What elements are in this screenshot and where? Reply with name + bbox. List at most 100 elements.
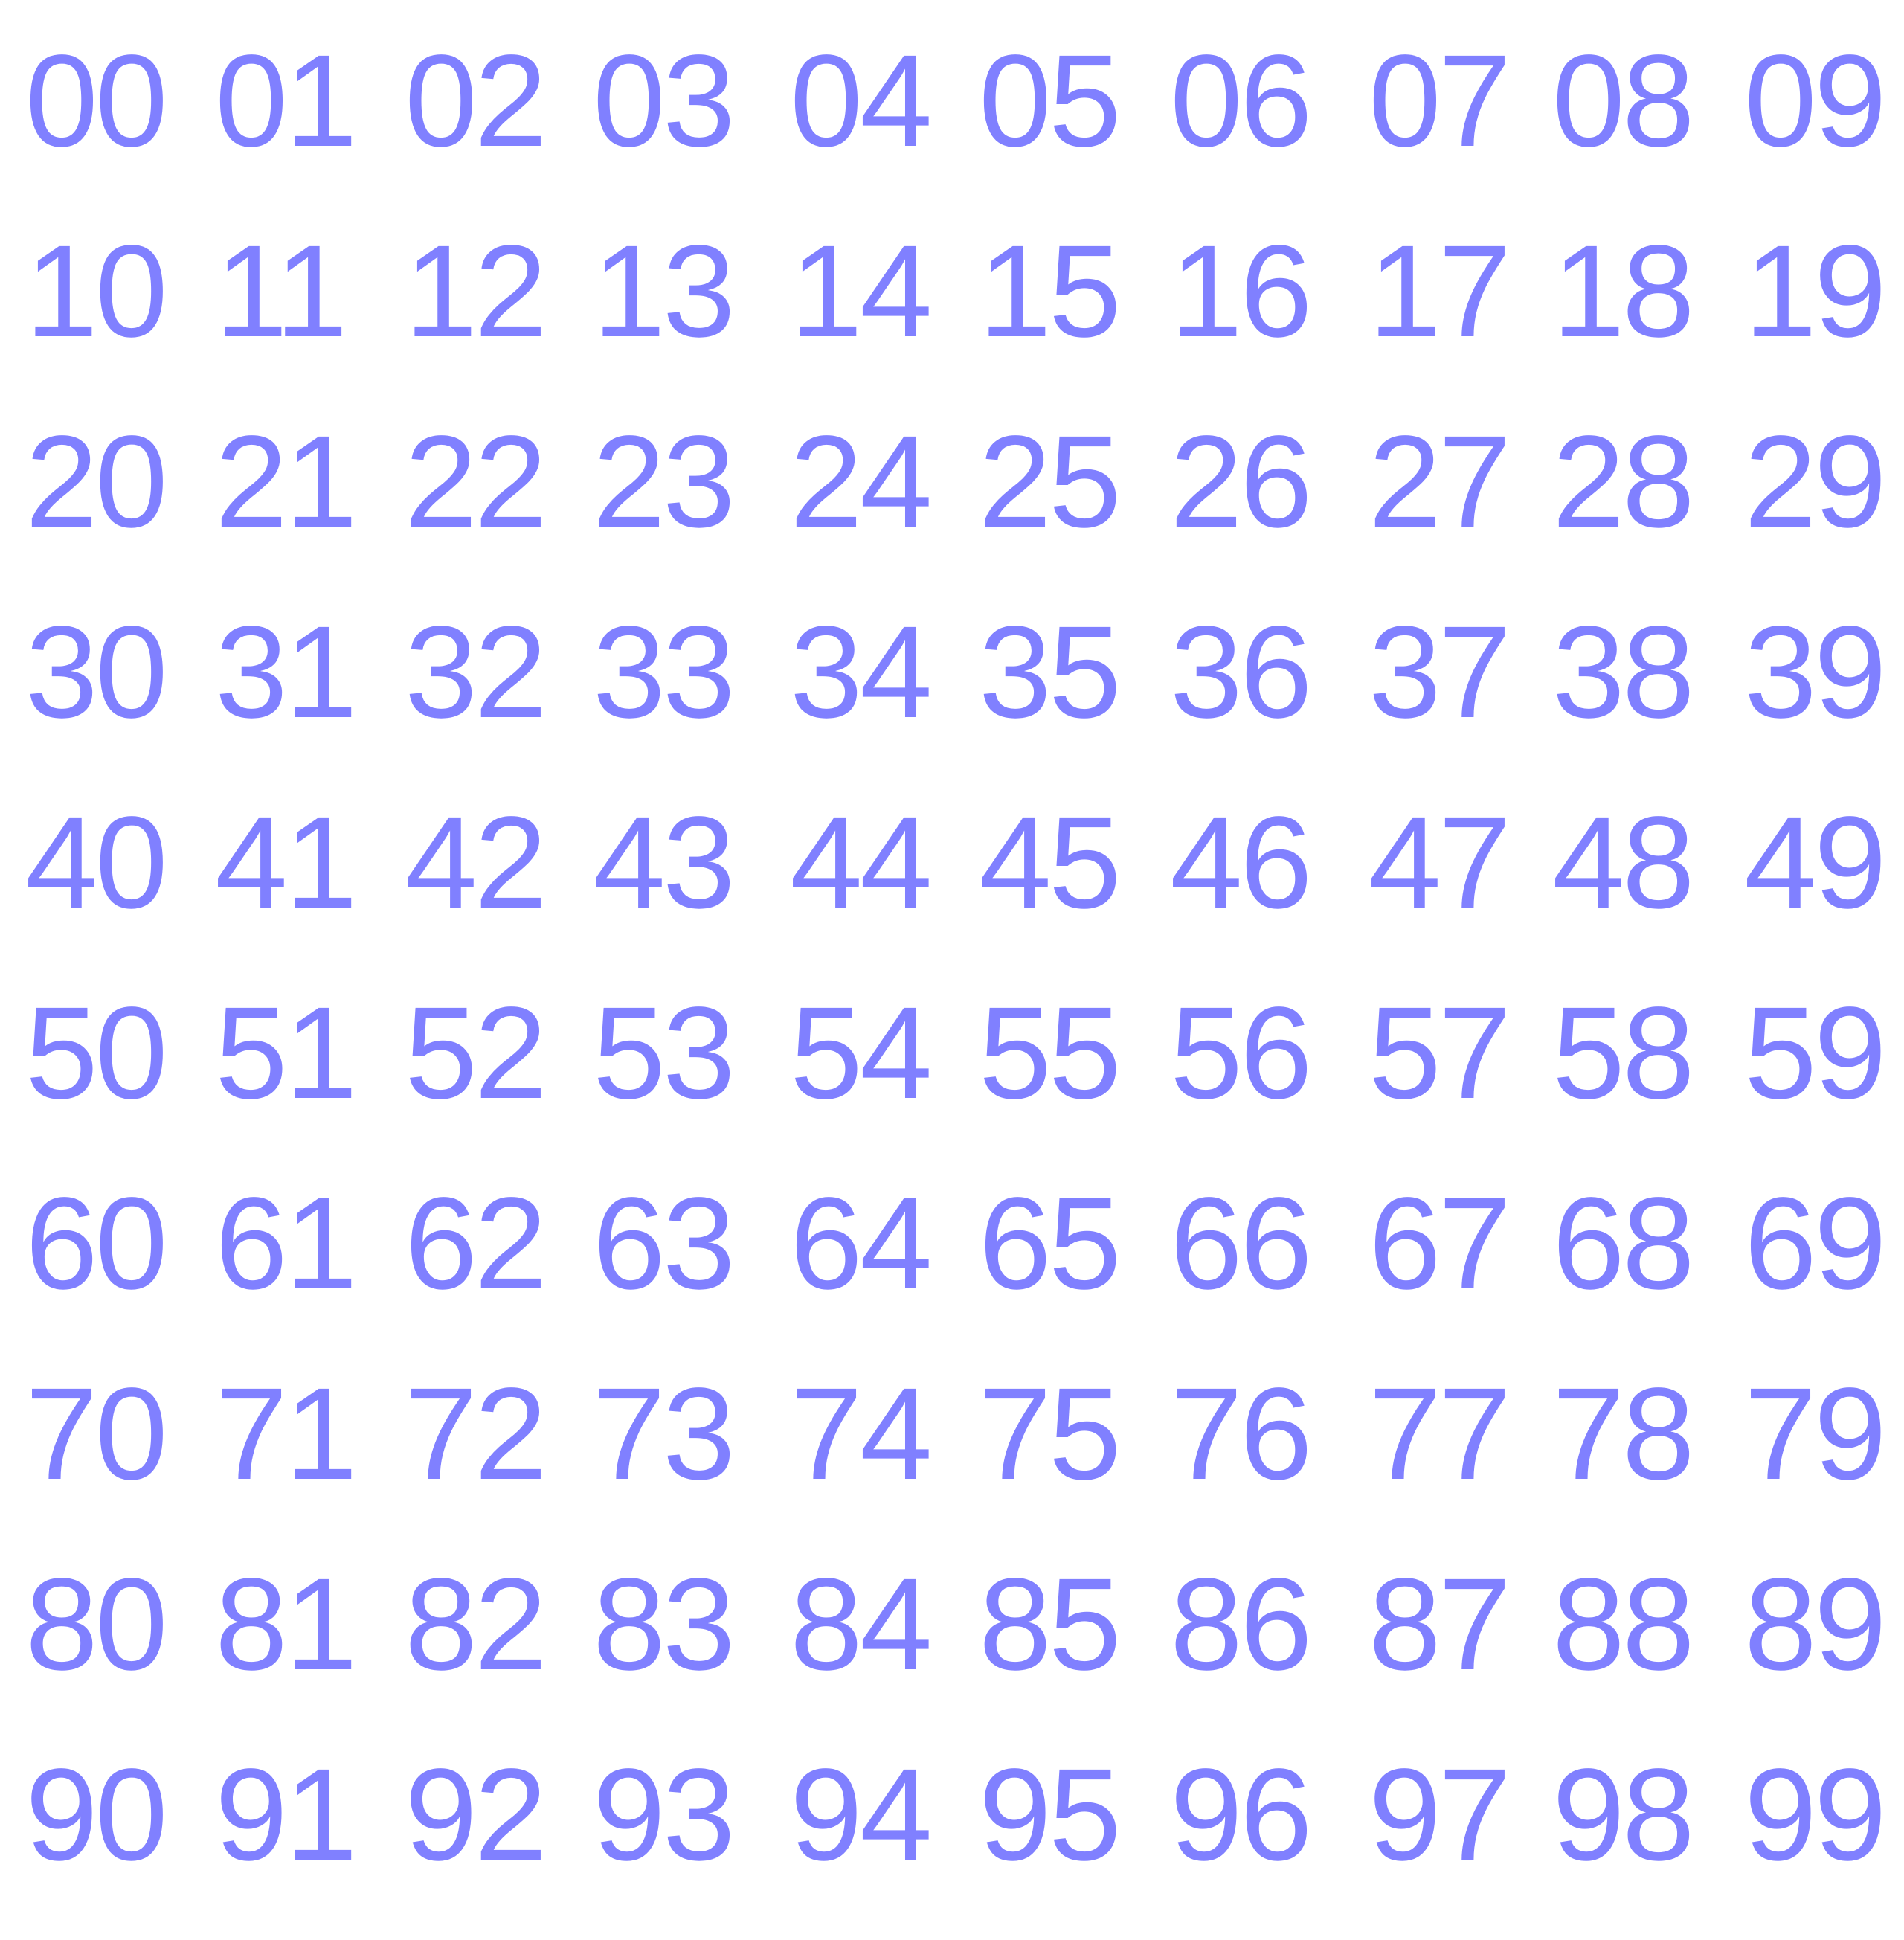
number-label: 39 [1744,600,1887,745]
number-grid: 00 01 02 03 04 05 06 07 08 09 10 11 12 13 14 15 16 17 18 19… [0,0,1904,1904]
number-label: 73 [593,1361,736,1507]
number-label: 00 [25,28,168,174]
number-label: 09 [1744,28,1887,174]
grid-row: 80 81 82 83 84 85 86 87 88 89 [0,1559,1904,1750]
number-label: 97 [1368,1742,1511,1888]
number-label: 90 [25,1742,168,1888]
number-label: 12 [405,219,547,364]
number-label: 85 [979,1552,1122,1698]
number-label: 76 [1170,1361,1313,1507]
number-label: 38 [1552,600,1695,745]
number-label: 51 [215,980,358,1126]
number-label: 83 [593,1552,736,1698]
number-label: 77 [1368,1361,1511,1507]
number-label: 30 [25,600,168,745]
number-label: 71 [215,1361,358,1507]
number-label: 43 [593,790,736,936]
number-label: 31 [215,600,358,745]
number-label: 67 [1368,1171,1511,1317]
number-label: 03 [593,28,736,174]
number-label: 98 [1552,1742,1695,1888]
grid-row: 00 01 02 03 04 05 06 07 08 09 [0,36,1904,226]
number-label: 41 [215,790,358,936]
number-label: 40 [25,790,168,936]
number-label: 75 [979,1361,1122,1507]
grid-row: 10 11 12 13 14 15 16 17 18 19 [0,226,1904,417]
number-label: 13 [593,219,736,364]
number-label: 34 [790,600,933,745]
number-label: 10 [25,219,168,364]
number-label: 29 [1744,409,1887,555]
number-label: 80 [25,1552,168,1698]
number-label: 74 [790,1361,933,1507]
number-label: 89 [1744,1552,1887,1698]
number-label: 63 [593,1171,736,1317]
grid-row: 40 41 42 43 44 45 46 47 48 49 [0,797,1904,988]
number-label: 32 [405,600,547,745]
number-label: 70 [25,1361,168,1507]
number-label: 24 [790,409,933,555]
number-label: 54 [790,980,933,1126]
number-label: 64 [790,1171,933,1317]
number-label: 92 [405,1742,547,1888]
number-label: 88 [1552,1552,1695,1698]
number-label: 05 [979,28,1122,174]
number-label: 49 [1744,790,1887,936]
number-label: 96 [1170,1742,1313,1888]
number-label: 42 [405,790,547,936]
number-label: 60 [25,1171,168,1317]
number-label: 55 [979,980,1122,1126]
number-label: 57 [1368,980,1511,1126]
number-label: 99 [1744,1742,1887,1888]
number-label: 25 [979,409,1122,555]
number-label: 14 [790,219,933,364]
grid-row: 50 51 52 53 54 55 56 57 58 59 [0,988,1904,1178]
number-label: 91 [215,1742,358,1888]
number-label: 52 [405,980,547,1126]
number-label: 35 [979,600,1122,745]
number-label: 02 [405,28,547,174]
number-label: 69 [1744,1171,1887,1317]
number-label: 16 [1170,219,1313,364]
number-label: 82 [405,1552,547,1698]
number-label: 33 [593,600,736,745]
number-label: 53 [593,980,736,1126]
number-label: 47 [1368,790,1511,936]
number-label: 79 [1744,1361,1887,1507]
number-label: 22 [405,409,547,555]
number-label: 45 [979,790,1122,936]
number-label: 23 [593,409,736,555]
number-label: 68 [1552,1171,1695,1317]
number-label: 26 [1170,409,1313,555]
number-label: 93 [593,1742,736,1888]
grid-row: 20 21 22 23 24 25 26 27 28 29 [0,417,1904,607]
number-label: 65 [979,1171,1122,1317]
grid-row: 90 91 92 93 94 95 96 97 98 99 [0,1750,1904,1940]
number-label: 08 [1552,28,1695,174]
number-label: 01 [215,28,358,174]
number-label: 48 [1552,790,1695,936]
number-label: 19 [1744,219,1887,364]
number-label: 04 [790,28,933,174]
number-label: 56 [1170,980,1313,1126]
number-label: 62 [405,1171,547,1317]
number-label: 46 [1170,790,1313,936]
number-label: 28 [1552,409,1695,555]
number-label: 95 [979,1742,1122,1888]
number-label: 21 [215,409,358,555]
grid-row: 30 31 32 33 34 35 36 37 38 39 [0,607,1904,797]
number-label: 61 [215,1171,358,1317]
number-label: 58 [1552,980,1695,1126]
number-label: 72 [405,1361,547,1507]
number-label: 07 [1368,28,1511,174]
number-label: 36 [1170,600,1313,745]
number-label: 84 [790,1552,933,1698]
number-label: 27 [1368,409,1511,555]
number-label: 44 [790,790,933,936]
number-label: 18 [1552,219,1695,364]
grid-row: 70 71 72 73 74 75 76 77 78 79 [0,1369,1904,1559]
number-label: 86 [1170,1552,1313,1698]
number-label: 59 [1744,980,1887,1126]
number-label: 11 [215,219,348,364]
number-label: 81 [215,1552,358,1698]
